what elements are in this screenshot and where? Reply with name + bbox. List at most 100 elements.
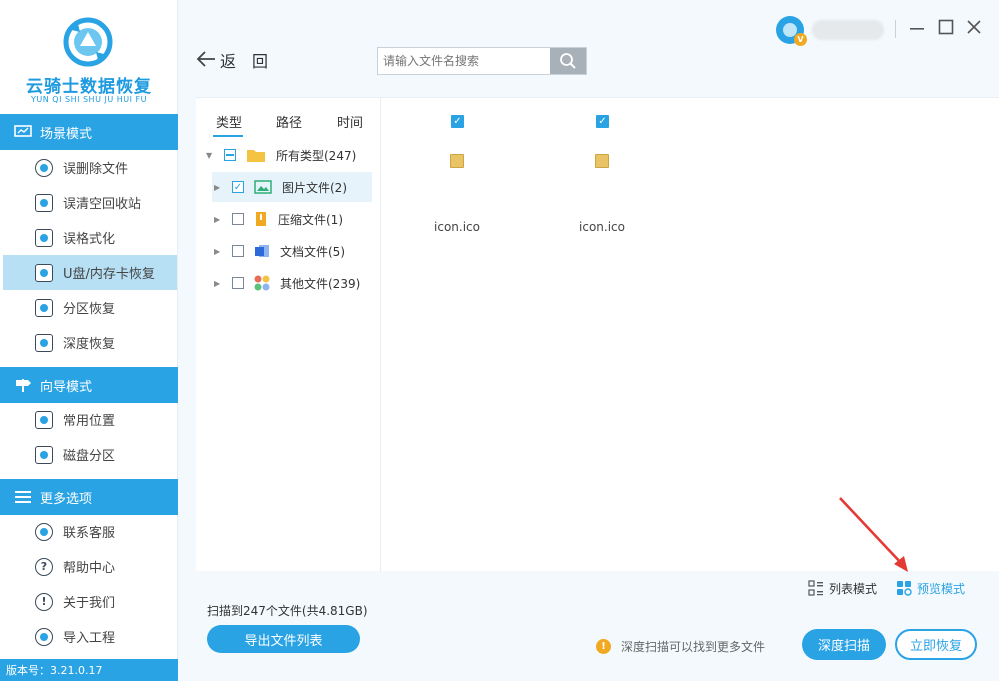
- sidebar-item-label: 导入工程: [63, 631, 116, 646]
- file-name: icon.ico: [579, 220, 625, 234]
- import-icon: [35, 627, 53, 646]
- search-button[interactable]: [550, 48, 586, 74]
- ico-file-icon: [595, 154, 609, 168]
- disk-partition-icon: [35, 445, 53, 464]
- file-card[interactable]: ✓ icon.ico: [401, 108, 513, 248]
- scan-status-text: 扫描到247个文件(共4.81GB): [207, 604, 368, 618]
- sidebar-item-recycle-bin[interactable]: 误清空回收站: [0, 185, 178, 220]
- sidebar-item-help-center[interactable]: ? 帮助中心: [0, 549, 178, 584]
- format-disk-icon: [35, 228, 53, 247]
- search-icon: [560, 53, 576, 69]
- checkbox-checked[interactable]: ✓: [232, 181, 244, 193]
- file-card[interactable]: ✓ icon.ico: [546, 108, 658, 248]
- checkbox-checked[interactable]: ✓: [596, 115, 609, 128]
- tree-row-archives[interactable]: ▶ 压缩文件(1): [212, 204, 372, 234]
- sidebar-item-common-locations[interactable]: 常用位置: [0, 402, 178, 437]
- sidebar-item-format[interactable]: 误格式化: [0, 220, 178, 255]
- expand-right-icon[interactable]: ▶: [214, 183, 224, 192]
- checkbox-unchecked[interactable]: [232, 245, 244, 257]
- recycle-bin-icon: [35, 193, 53, 212]
- phone-icon: [35, 522, 53, 541]
- sidebar-item-disk-partition[interactable]: 磁盘分区: [0, 437, 178, 472]
- warning-icon: !: [596, 638, 611, 654]
- version-label: 版本号：3.21.0.17: [0, 659, 178, 681]
- monitor-icon: [14, 124, 32, 140]
- sidebar-item-import-project[interactable]: 导入工程: [0, 619, 178, 654]
- sidebar-item-label: 深度恢复: [63, 337, 116, 352]
- tree-row-all-types[interactable]: ▼ 所有类型(247): [204, 140, 372, 170]
- sidebar-item-label: 误删除文件: [63, 162, 129, 177]
- section-header-label: 场景模式: [40, 126, 93, 142]
- sidebar-item-label: 磁盘分区: [63, 449, 116, 464]
- sidebar-item-label: 常用位置: [63, 414, 116, 429]
- image-icon: [254, 180, 272, 194]
- checkbox-checked[interactable]: ✓: [451, 115, 464, 128]
- sidebar-item-deleted-files[interactable]: 误删除文件: [0, 150, 178, 185]
- deep-scan-button[interactable]: 深度扫描: [802, 629, 886, 660]
- tree-row-label: 图片文件(2): [282, 180, 347, 195]
- maximize-icon[interactable]: [937, 18, 955, 36]
- tree-row-label: 其他文件(239): [280, 276, 361, 291]
- title-bar: V: [178, 0, 999, 48]
- search-box: [377, 47, 587, 75]
- user-avatar[interactable]: V: [776, 16, 807, 46]
- active-tab-indicator: [213, 135, 243, 137]
- deep-recovery-icon: [35, 333, 53, 352]
- close-icon[interactable]: [965, 18, 983, 36]
- expand-down-icon[interactable]: ▼: [206, 151, 216, 160]
- section-header-label: 更多选项: [40, 491, 93, 507]
- help-icon: ?: [35, 557, 53, 576]
- sidebar-item-deep-recovery[interactable]: 深度恢复: [0, 325, 178, 360]
- signpost-icon: [14, 377, 32, 393]
- tree-row-label: 压缩文件(1): [278, 212, 343, 227]
- zip-icon: [254, 211, 268, 227]
- sidebar-item-usb-card[interactable]: U盘/内存卡恢复: [3, 255, 177, 290]
- expand-right-icon[interactable]: ▶: [214, 215, 224, 224]
- sidebar-item-label: U盘/内存卡恢复: [63, 267, 155, 282]
- logo-title: 云骑士数据恢复: [26, 77, 152, 97]
- checkbox-unchecked[interactable]: [232, 277, 244, 289]
- vip-badge: V: [794, 33, 807, 46]
- section-header-more-options: 更多选项: [0, 479, 178, 515]
- expand-right-icon[interactable]: ▶: [214, 247, 224, 256]
- annotation-arrow-icon: [839, 497, 908, 572]
- tip-text: 深度扫描可以找到更多文件: [621, 639, 766, 654]
- checkbox-unchecked[interactable]: [232, 213, 244, 225]
- tree-tabs: 类型 路径 时间: [196, 98, 380, 138]
- sidebar-item-partition-recovery[interactable]: 分区恢复: [0, 290, 178, 325]
- info-icon: !: [35, 592, 53, 611]
- list-view-icon: [808, 580, 824, 596]
- sidebar-item-about-us[interactable]: ! 关于我们: [0, 584, 178, 619]
- preview-mode-button[interactable]: 预览模式: [896, 579, 965, 597]
- export-file-list-button[interactable]: 导出文件列表: [207, 625, 360, 653]
- window-controls-divider: [895, 20, 896, 38]
- grid-view-icon: [896, 580, 912, 596]
- tree-row-images[interactable]: ▶ ✓ 图片文件(2): [212, 172, 372, 202]
- section-header-scene-mode: 场景模式: [0, 114, 178, 150]
- tab-path[interactable]: 路径: [276, 112, 302, 131]
- expand-right-icon[interactable]: ▶: [214, 279, 224, 288]
- back-label: 返 回: [220, 52, 269, 71]
- checkbox-partial[interactable]: [224, 149, 236, 161]
- logo-subtitle: YUN QI SHI SHU JU HUI FU: [31, 95, 147, 104]
- tab-time[interactable]: 时间: [337, 112, 363, 131]
- user-name-blurred: [812, 20, 884, 40]
- tree-row-label: 所有类型(247): [276, 148, 357, 163]
- tree-row-label: 文档文件(5): [280, 244, 345, 259]
- section-header-label: 向导模式: [40, 379, 93, 395]
- sidebar-item-contact-support[interactable]: 联系客服: [0, 514, 178, 549]
- search-input[interactable]: [378, 48, 551, 74]
- preview-mode-label: 预览模式: [917, 581, 966, 596]
- tree-row-other[interactable]: ▶ 其他文件(239): [212, 268, 372, 298]
- list-mode-button[interactable]: 列表模式: [808, 579, 877, 597]
- back-button[interactable]: 返 回: [196, 48, 268, 72]
- recover-now-button[interactable]: 立即恢复: [895, 629, 977, 660]
- tree-row-documents[interactable]: ▶ 文档文件(5): [212, 236, 372, 266]
- other-files-icon: [254, 275, 270, 291]
- arrow-left-icon: [196, 50, 216, 71]
- sidebar-item-label: 误格式化: [63, 232, 116, 247]
- tab-type[interactable]: 类型: [216, 112, 242, 131]
- minimize-icon[interactable]: [908, 18, 926, 36]
- tree-divider: [380, 98, 381, 572]
- document-icon: [254, 243, 270, 259]
